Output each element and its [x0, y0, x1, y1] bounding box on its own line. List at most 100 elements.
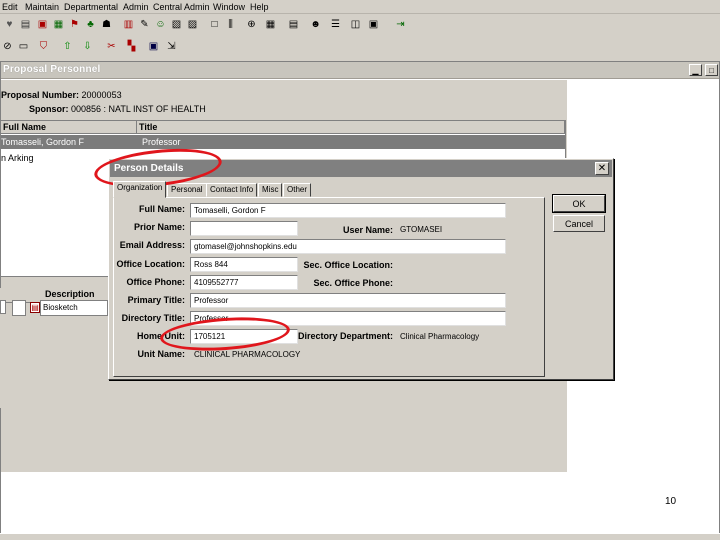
person-details-dialog: Person Details ✕ Organization Personal C… — [108, 158, 614, 380]
sec-office-location-label: Sec. Office Location: — [303, 260, 393, 270]
email-field[interactable]: gtomasel@johnshopkins.edu — [190, 239, 506, 254]
chart-icon[interactable]: ▧ — [169, 17, 184, 32]
align-icon[interactable]: ☰ — [328, 17, 343, 32]
row-selector[interactable] — [0, 300, 6, 314]
tree-icon[interactable]: ♣ — [83, 17, 98, 32]
row-name: n Arking — [1, 153, 34, 163]
ok-button[interactable]: OK — [552, 194, 606, 213]
cancel-button[interactable]: Cancel — [553, 215, 605, 232]
email-label: Email Address: — [119, 240, 185, 250]
arrow-down-icon[interactable]: ⇩ — [80, 39, 95, 54]
home-unit-field[interactable]: 1705121 — [190, 329, 298, 344]
row-title: Professor — [142, 137, 181, 147]
page-number: 10 — [665, 496, 677, 507]
dialog-title-bar: Person Details ✕ — [110, 160, 612, 177]
user-name-label: User Name: — [342, 225, 393, 235]
link-icon[interactable]: ⊘ — [0, 39, 15, 54]
menu-central-admin[interactable]: Central Admin — [153, 2, 210, 12]
ruler-icon[interactable]: ▭ — [16, 39, 31, 54]
toolbar-top: ♥ ▤ ▣ ▦ ⚑ ♣ ☗ ▥ ✎ ☺ ▧ ▨ □ ⫼ ⊕ ▦ ▤ ☻ ☰ ◫ … — [0, 15, 720, 35]
menu-maintain[interactable]: Maintain — [25, 2, 59, 12]
close-icon[interactable]: ✕ — [595, 162, 609, 175]
window-title-bar: Proposal Personnel ▁ □ — [1, 62, 719, 79]
primary-title-field[interactable]: Professor — [190, 293, 506, 308]
tab-organization[interactable]: Organization — [113, 181, 167, 198]
flag-icon[interactable]: ⚑ — [67, 17, 82, 32]
proposal-number-value: 20000053 — [81, 90, 122, 100]
document-icon[interactable]: ▣ — [35, 17, 50, 32]
proposal-number-label: Proposal Number: — [1, 90, 80, 100]
notes-icon[interactable]: ▨ — [185, 17, 200, 32]
sponsor-label: Sponsor: — [29, 104, 69, 114]
description-value: Biosketch — [43, 303, 78, 312]
full-name-field[interactable]: Tomaselli, Gordon F — [190, 203, 506, 218]
sec-office-phone-label: Sec. Office Phone: — [313, 278, 393, 288]
primary-title-label: Primary Title: — [127, 295, 185, 305]
menu-edit[interactable]: Edit — [2, 2, 18, 12]
layout-icon[interactable]: ▣ — [366, 17, 381, 32]
tab-contact-info[interactable]: Contact Info — [206, 183, 258, 197]
save-icon[interactable]: ▣ — [146, 39, 161, 54]
pdf-file-icon: ▤ — [30, 302, 40, 313]
taskbar — [0, 533, 720, 540]
prior-name-field[interactable] — [190, 221, 298, 236]
row-name: Tomasseli, Gordon F — [1, 137, 85, 147]
description-area: Description ▤ Biosketch — [0, 288, 110, 408]
exit-door-icon[interactable]: ⇥ — [393, 17, 408, 32]
people-icon[interactable]: ☗ — [99, 17, 114, 32]
toolbar-bottom: ⊘ ▭ ⛉ ⇧ ⇩ ✂ ▚ ▣ ⇲ — [0, 37, 720, 57]
window-title: Proposal Personnel — [3, 64, 101, 75]
office-phone-field[interactable]: 4109552777 — [190, 275, 298, 290]
directory-title-label: Directory Title: — [121, 313, 185, 323]
tab-misc[interactable]: Misc — [258, 183, 283, 197]
exit-icon[interactable]: ⇲ — [164, 39, 179, 54]
user-name-value: GTOMASEI — [400, 225, 443, 234]
office-phone-label: Office Phone: — [126, 277, 185, 287]
unit-name-label: Unit Name: — [137, 349, 185, 359]
office-location-field[interactable]: Ross 844 — [190, 257, 298, 272]
prior-name-label: Prior Name: — [133, 222, 185, 232]
directory-department-value: Clinical Pharmacology — [400, 332, 480, 341]
person-icon[interactable]: ☺ — [153, 17, 168, 32]
grid-icon[interactable]: ▦ — [51, 17, 66, 32]
column-header-title[interactable]: Title — [137, 121, 565, 134]
minimize-icon[interactable]: ▁ — [689, 64, 702, 76]
proposal-number-row: Proposal Number: 20000053 — [1, 90, 122, 100]
add-icon[interactable]: ⊕ — [244, 17, 259, 32]
heart-icon[interactable]: ♥ — [2, 17, 17, 32]
user-search-icon[interactable]: ☻ — [308, 17, 323, 32]
bookmark-icon[interactable]: ▚ — [124, 39, 139, 54]
directory-title-field[interactable]: Professor — [190, 311, 506, 326]
window-icon[interactable]: □ — [207, 17, 222, 32]
menu-window[interactable]: Window — [213, 2, 245, 12]
menu-help[interactable]: Help — [250, 2, 269, 12]
sponsor-value: 000856 : NATL INST OF HEALTH — [71, 104, 206, 114]
unit-name-value: CLINICAL PHARMACOLOGY — [194, 350, 301, 359]
home-unit-label: Home Unit: — [137, 331, 185, 341]
table-row[interactable]: Tomasseli, Gordon F Professor — [1, 135, 565, 149]
shield-icon[interactable]: ⛉ — [36, 39, 51, 54]
pencil-icon[interactable]: ✎ — [137, 17, 152, 32]
dialog-title: Person Details — [114, 163, 184, 174]
directory-department-label: Directory Department: — [297, 331, 393, 341]
tab-personal[interactable]: Personal — [167, 183, 207, 197]
menu-admin[interactable]: Admin — [123, 2, 149, 12]
list-icon[interactable]: ▤ — [18, 17, 33, 32]
checkbox[interactable] — [12, 300, 26, 316]
calendar-icon[interactable]: ▤ — [286, 17, 301, 32]
column-header-full-name[interactable]: Full Name — [1, 121, 137, 134]
office-location-label: Office Location: — [116, 259, 185, 269]
maximize-icon[interactable]: □ — [705, 64, 718, 76]
cut-icon[interactable]: ✂ — [104, 39, 119, 54]
tab-other[interactable]: Other — [283, 183, 312, 197]
description-cell[interactable]: Biosketch — [40, 300, 108, 316]
columns-icon[interactable]: ⫼ — [223, 17, 238, 32]
split-icon[interactable]: ◫ — [348, 17, 363, 32]
menu-departmental[interactable]: Departmental — [64, 2, 118, 12]
sponsor-row: Sponsor: 000856 : NATL INST OF HEALTH — [29, 104, 206, 114]
menu-bar: Edit Maintain Departmental Admin Central… — [0, 0, 720, 14]
description-header: Description — [45, 289, 95, 299]
report-icon[interactable]: ▥ — [121, 17, 136, 32]
table-icon[interactable]: ▦ — [263, 17, 278, 32]
arrow-up-icon[interactable]: ⇧ — [60, 39, 75, 54]
